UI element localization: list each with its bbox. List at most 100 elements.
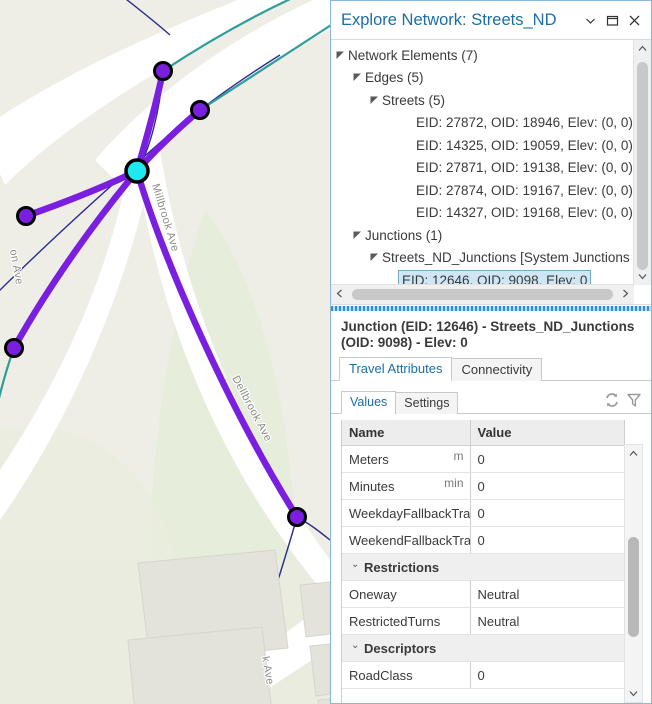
cell-value[interactable]: 0 [470,473,625,500]
filter-funnel-icon[interactable] [623,389,645,411]
table-row[interactable]: Oneway Neutral [342,581,625,608]
cell-value[interactable]: Neutral [470,608,625,635]
cell-name: Metersm [342,446,470,473]
tree-item-label: EID: 14325, OID: 19059, Elev: (0, 0) [416,136,633,155]
table-row[interactable]: WeekendFallbackTra0 [342,527,625,554]
tree-expander-icon[interactable] [369,94,382,107]
close-icon[interactable] [623,9,645,31]
tree-hscroll-track[interactable] [348,289,617,300]
details-heading-line2: (OID: 9098) - Elev: 0 [341,335,641,351]
cell-value[interactable]: Neutral [470,581,625,608]
chevron-up-icon[interactable] [625,445,642,462]
tree-expander-icon[interactable] [369,251,382,264]
tree-item[interactable]: Streets_ND_Junctions [System Junctions [331,247,634,270]
chevron-down-icon[interactable] [625,685,642,702]
column-header-name[interactable]: Name [342,420,470,446]
tab-travel-attributes[interactable]: Travel Attributes [339,357,452,381]
chevron-down-icon[interactable]: ⌄ [351,559,359,570]
restore-window-icon[interactable] [601,9,623,31]
chevron-down-icon[interactable] [579,9,601,31]
refresh-icon[interactable] [601,389,623,411]
tree-item[interactable]: EID: 14325, OID: 19059, Elev: (0, 0) [331,134,634,157]
table-header-row: Name Value [342,420,625,446]
attribute-name: RoadClass [349,668,413,683]
chevron-up-icon[interactable] [634,40,651,57]
junction-node[interactable] [18,208,35,225]
chevron-right-icon[interactable] [617,289,634,300]
cell-name: Minutesmin [342,473,470,500]
tree-item[interactable]: EID: 12646, OID: 9098, Elev: 0 [331,269,634,285]
cell-name: RestrictedTurns [342,608,470,635]
junction-node[interactable] [6,340,23,357]
tree-spacer [403,206,416,219]
table-group-label: ⌄Restrictions [342,554,625,581]
junction-selected-node[interactable] [126,160,148,182]
table-row[interactable]: WeekdayFallbackTrav0 [342,500,625,527]
details-pane: Junction (EID: 12646) - Streets_ND_Junct… [331,312,651,703]
tree-item[interactable]: Network Elements (7) [331,44,634,67]
tree-item-label: Streets_ND_Junctions [System Junctions [382,248,630,267]
tree-vertical-scrollbar[interactable] [633,40,651,285]
app-root: Millbrook Ave on Ave Dellbrook Ave k Ave… [0,0,652,704]
tree-item[interactable]: Edges (5) [331,67,634,90]
cell-value[interactable]: 0 [470,527,625,554]
tree-item-label: Junctions (1) [365,226,442,245]
subtab-settings[interactable]: Settings [395,392,458,414]
network-elements-tree[interactable]: Network Elements (7)Edges (5)Streets (5)… [331,40,651,305]
attributes-grid[interactable]: Name Value Metersm0Minutesmin0WeekdayFal… [341,420,625,703]
tree-scroll-thumb[interactable] [637,62,648,270]
junction-node[interactable] [155,63,172,80]
explore-network-panel: Explore Network: Streets_ND Network Elem… [330,0,652,704]
table-group-row[interactable]: ⌄Descriptors [342,635,625,662]
tree-item[interactable]: EID: 27872, OID: 18946, Elev: (0, 0) [331,112,634,135]
details-heading: Junction (EID: 12646) - Streets_ND_Junct… [331,312,651,357]
chevron-down-icon[interactable] [634,268,651,285]
junction-node[interactable] [192,102,209,119]
cell-name: WeekendFallbackTra [342,527,470,554]
tree-spacer [403,116,416,129]
tree-item[interactable]: Streets (5) [331,89,634,112]
attribute-name: RestrictedTurns [349,614,440,629]
tree-item[interactable]: Junctions (1) [331,224,634,247]
table-group-row[interactable]: ⌄Restrictions [342,554,625,581]
attribute-name: Minutes [349,479,395,494]
tree-item[interactable]: EID: 14327, OID: 19168, Elev: (0, 0) [331,202,634,225]
tree-hscroll-thumb[interactable] [352,289,613,300]
table-vertical-scrollbar[interactable] [624,444,643,703]
attribute-name: WeekendFallbackTra [349,533,470,548]
tree-spacer [403,161,416,174]
table-row[interactable]: Metersm0 [342,446,625,473]
cell-name: RoadClass [342,662,470,689]
tree-item[interactable]: EID: 27871, OID: 19138, Elev: (0, 0) [331,157,634,180]
details-subtabs[interactable]: Values Settings [331,381,651,414]
junction-node[interactable] [289,509,306,526]
chevron-left-icon[interactable] [331,289,348,300]
table-row[interactable]: RestrictedTurns Neutral [342,608,625,635]
tree-expander-icon[interactable] [352,229,365,242]
chevron-down-icon[interactable]: ⌄ [351,640,359,651]
table-body: Metersm0Minutesmin0WeekdayFallbackTrav0W… [342,446,625,689]
subtab-values[interactable]: Values [341,391,396,414]
attributes-table-wrap: Name Value Metersm0Minutesmin0WeekdayFal… [331,414,651,703]
cell-value[interactable]: 0 [470,662,625,689]
tree-item[interactable]: EID: 27874, OID: 19167, Elev: (0, 0) [331,179,634,202]
attribute-name: Oneway [349,587,397,602]
table-scroll-thumb[interactable] [628,537,639,637]
cell-value[interactable]: 0 [470,500,625,527]
column-header-value[interactable]: Value [470,420,625,446]
table-row[interactable]: Minutesmin0 [342,473,625,500]
details-heading-line1: Junction (EID: 12646) - Streets_ND_Junct… [341,319,641,335]
tree-list[interactable]: Network Elements (7)Edges (5)Streets (5)… [331,40,634,285]
table-group-label: ⌄Descriptors [342,635,625,662]
panel-splitter[interactable] [331,305,651,312]
tree-horizontal-scrollbar[interactable] [331,284,634,304]
table-row[interactable]: RoadClass 0 [342,662,625,689]
tree-item-label: EID: 12646, OID: 9098, Elev: 0 [398,270,591,285]
tree-expander-icon[interactable] [352,71,365,84]
details-tabs[interactable]: Travel Attributes Connectivity [331,357,651,381]
tab-connectivity[interactable]: Connectivity [451,358,542,381]
cell-name: WeekdayFallbackTrav [342,500,470,527]
tree-expander-icon[interactable] [335,49,348,62]
tree-item-label: EID: 27872, OID: 18946, Elev: (0, 0) [416,113,633,132]
cell-value[interactable]: 0 [470,446,625,473]
